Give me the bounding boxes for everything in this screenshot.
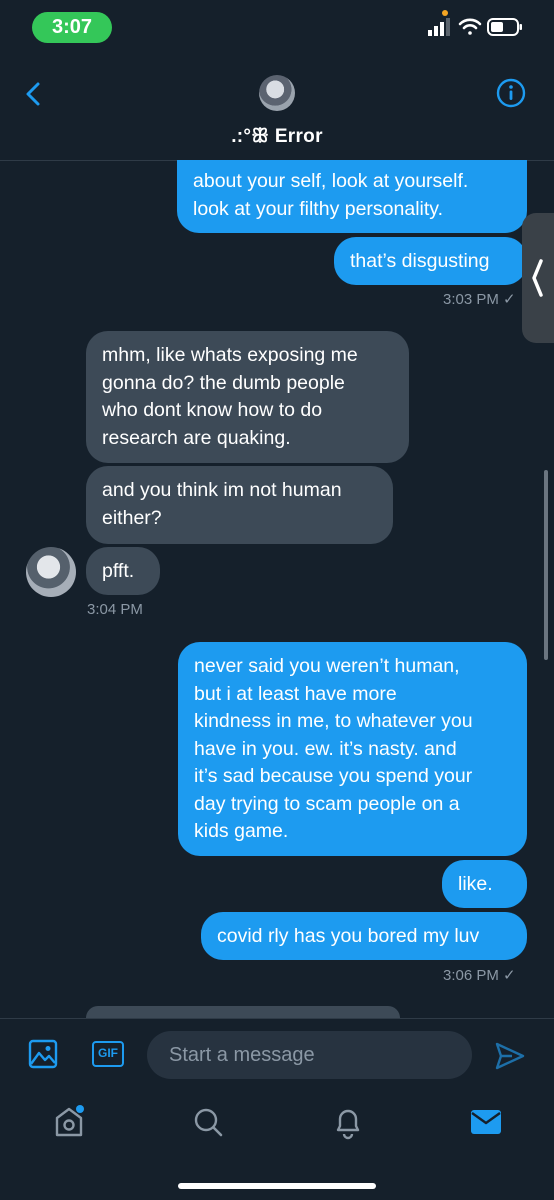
- sent-message[interactable]: that’s disgusting: [334, 237, 527, 285]
- received-message-partial[interactable]: [86, 1006, 400, 1018]
- home-indicator: [178, 1183, 376, 1189]
- message-timestamp: 3:06 PM ✓: [443, 967, 516, 984]
- home-icon[interactable]: [52, 1104, 88, 1138]
- info-icon[interactable]: [496, 78, 526, 108]
- header-avatar[interactable]: [259, 75, 295, 111]
- chevron-left-icon: [532, 259, 543, 297]
- status-time: 3:07: [32, 12, 112, 43]
- conversation-header: .:°ꕥ Error: [0, 60, 554, 161]
- image-icon[interactable]: [28, 1039, 58, 1069]
- mail-icon[interactable]: [470, 1109, 502, 1135]
- battery-icon: [487, 18, 522, 36]
- message-timestamp: 3:04 PM: [87, 601, 143, 618]
- received-message[interactable]: mhm, like whats exposing me gonna do? th…: [86, 331, 409, 463]
- send-icon[interactable]: [494, 1041, 526, 1071]
- status-icons: [428, 18, 522, 36]
- sent-message[interactable]: about your self, look at yourself. look …: [177, 160, 527, 233]
- sent-message[interactable]: covid rly has you bored my luv: [201, 912, 527, 960]
- cellular-signal-icon: [428, 18, 450, 36]
- side-panel-handle[interactable]: [522, 213, 554, 343]
- received-message[interactable]: and you think im not human either?: [86, 466, 393, 544]
- bell-icon[interactable]: [332, 1106, 364, 1140]
- conversation-title[interactable]: .:°ꕥ Error: [0, 126, 554, 148]
- gif-label: GIF: [98, 1046, 118, 1060]
- message-composer: GIF: [0, 1018, 554, 1093]
- sender-avatar[interactable]: [26, 547, 76, 597]
- message-timestamp: 3:03 PM ✓: [443, 291, 516, 308]
- search-icon[interactable]: [192, 1106, 224, 1138]
- wifi-icon: [458, 18, 482, 35]
- back-arrow-icon[interactable]: [18, 78, 50, 110]
- scrollbar[interactable]: [544, 470, 548, 660]
- sent-message[interactable]: never said you weren’t human, but i at l…: [178, 642, 527, 856]
- gif-icon[interactable]: GIF: [92, 1041, 124, 1067]
- message-input[interactable]: [147, 1031, 472, 1079]
- received-message[interactable]: pfft.: [86, 547, 160, 595]
- sent-message[interactable]: like.: [442, 860, 527, 908]
